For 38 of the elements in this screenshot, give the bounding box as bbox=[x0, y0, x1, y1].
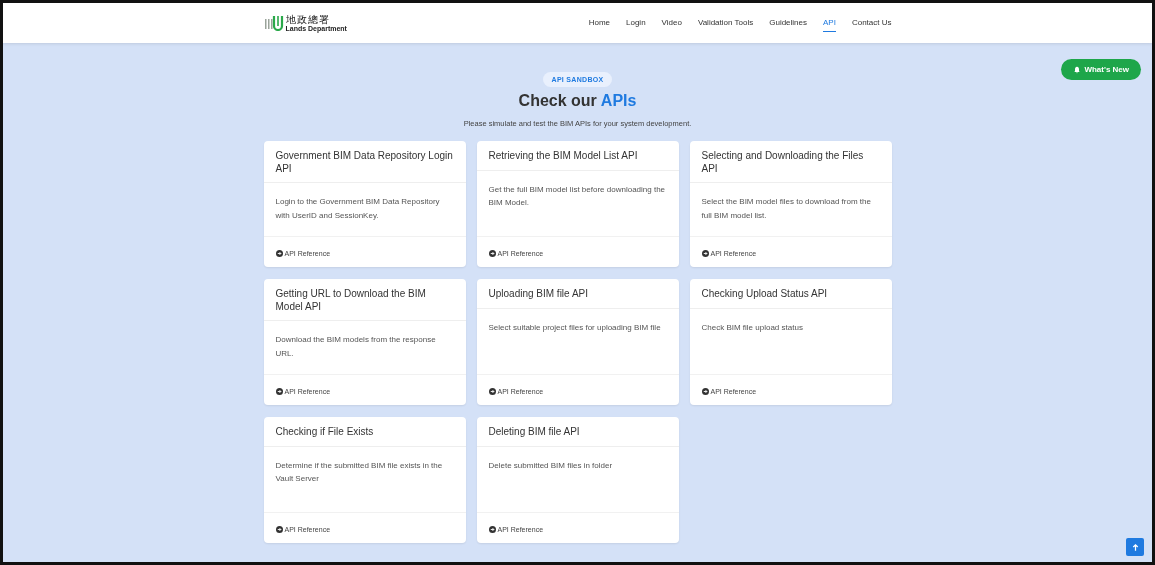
nav-link[interactable]: Validation Tools bbox=[697, 14, 754, 32]
nav-link[interactable]: Video bbox=[661, 14, 682, 32]
card-description: Check BIM file upload status bbox=[701, 321, 804, 334]
card-title: Selecting and Downloading the Files API bbox=[701, 150, 865, 175]
arrow-circle-icon bbox=[488, 388, 496, 395]
arrow-circle-icon bbox=[701, 250, 709, 257]
up-arrow-icon bbox=[1130, 542, 1140, 552]
arrow-circle-icon bbox=[488, 250, 496, 257]
card-description: Get the full BIM model list before downloading the BIM Model. bbox=[488, 183, 667, 210]
card-title: Getting URL to Download the BIM Model API bbox=[275, 288, 427, 313]
card-description: Select suitable project files for uploading BIM file bbox=[488, 321, 662, 334]
nav-link[interactable]: Guidelines bbox=[769, 14, 807, 32]
card-description: Download the BIM models from the response URL. bbox=[275, 334, 437, 360]
nav-link[interactable]: Home bbox=[588, 14, 610, 32]
card-title: Checking if File Exists bbox=[275, 426, 375, 439]
logo-icon bbox=[263, 15, 284, 31]
card-title: Retrieving the BIM Model List API bbox=[488, 150, 639, 163]
bell-icon bbox=[1073, 65, 1082, 74]
arrow-circle-icon bbox=[701, 388, 709, 395]
arrow-circle-icon bbox=[488, 526, 496, 533]
card-description: Select the BIM model files to download from the full BIM model list. bbox=[701, 196, 872, 222]
nav-link[interactable]: API bbox=[823, 14, 836, 32]
nav-link[interactable]: Contact Us bbox=[851, 14, 892, 32]
arrow-circle-icon bbox=[275, 388, 283, 395]
nav-link[interactable]: Login bbox=[626, 14, 646, 32]
arrow-circle-icon bbox=[275, 250, 283, 257]
heading-highlight-text: APIs bbox=[600, 92, 637, 110]
card-title: Checking Upload Status API bbox=[701, 288, 829, 301]
logo-chinese-text: 地政總署 bbox=[285, 14, 330, 25]
card-description: Login to the Government BIM Data Repository with UserID and SessionKey. bbox=[275, 196, 441, 222]
card-title: Government BIM Data Repository Login API bbox=[275, 150, 454, 175]
card-description: Determine if the submitted BIM file exists in the Vault Server bbox=[275, 459, 444, 486]
card-title: Deleting BIM file API bbox=[488, 426, 581, 439]
back-to-top-button[interactable] bbox=[1126, 538, 1144, 556]
arrow-circle-icon bbox=[275, 526, 283, 533]
card-description: Delete submitted BIM files in folder bbox=[488, 459, 614, 472]
card-title: Uploading BIM file API bbox=[488, 288, 589, 301]
heading-text: Check our bbox=[518, 92, 597, 110]
